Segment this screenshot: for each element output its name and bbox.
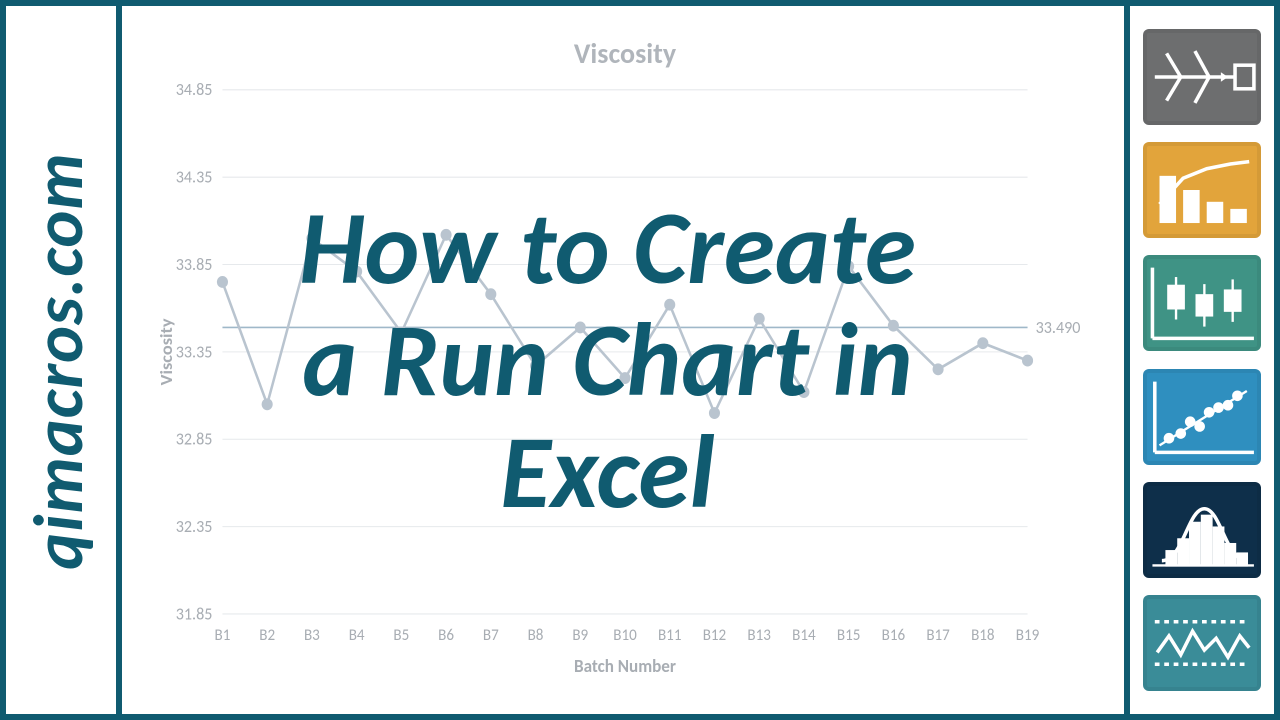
svg-text:32.35: 32.35 [176, 516, 213, 537]
box-plot-icon [1143, 255, 1261, 351]
svg-text:33.85: 33.85 [176, 254, 213, 275]
svg-text:Viscosity: Viscosity [156, 318, 177, 386]
chart-type-icon-column [1124, 6, 1274, 714]
brand-url: qimacros.com [15, 152, 101, 569]
main-content: Viscosity 31.85 32.35 32.85 33.35 33.85 34.35… [122, 6, 1118, 714]
svg-text:34.85: 34.85 [176, 80, 213, 101]
headline-overlay: How to Create a Run Chart in Excel [267, 6, 948, 714]
svg-text:34.35: 34.35 [176, 167, 213, 188]
headline-text: How to Create a Run Chart in Excel [267, 192, 948, 529]
svg-text:32.85: 32.85 [176, 429, 213, 450]
fishbone-diagram-icon [1143, 29, 1261, 125]
svg-text:31.85: 31.85 [176, 604, 213, 625]
pareto-chart-icon [1143, 142, 1261, 238]
control-chart-icon [1143, 595, 1261, 691]
brand-sidebar: qimacros.com [6, 6, 122, 714]
svg-text:33.35: 33.35 [176, 342, 213, 363]
svg-text:33.490: 33.490 [1036, 317, 1081, 338]
scatter-plot-icon [1143, 369, 1261, 465]
histogram-bell-icon [1143, 482, 1261, 578]
svg-text:B18: B18 [971, 625, 995, 645]
thumbnail-frame: qimacros.com Viscosity 31.85 32.35 32.85 33… [0, 0, 1280, 720]
svg-text:B19: B19 [1016, 625, 1040, 645]
svg-text:B1: B1 [215, 625, 231, 645]
